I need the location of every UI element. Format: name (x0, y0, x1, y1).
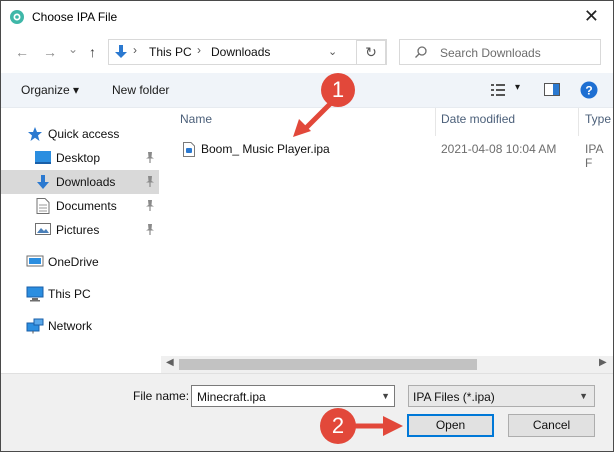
pin-icon[interactable] (145, 224, 155, 235)
pin-icon[interactable] (145, 152, 155, 163)
file-type-select[interactable]: IPA Files (*.ipa) ▼ (408, 385, 595, 407)
network-icon (26, 318, 44, 334)
pin-icon[interactable] (145, 176, 155, 187)
view-dropdown-chevron-icon[interactable]: ▾ (515, 82, 520, 93)
recent-locations-button[interactable]: ⌄ (68, 41, 78, 57)
new-folder-button[interactable]: New folder (112, 83, 169, 97)
sidebar-item-downloads[interactable]: Downloads (1, 170, 159, 194)
sidebar-item-this-pc[interactable]: This PC (1, 282, 159, 306)
up-button[interactable]: ↑ (89, 44, 96, 60)
file-type-chevron-icon: ▼ (579, 391, 588, 401)
desktop-icon (35, 151, 51, 164)
back-button[interactable]: ← (15, 44, 29, 60)
breadcrumb-this-pc[interactable]: This PC (149, 45, 192, 59)
sidebar-item-desktop[interactable]: Desktop (1, 146, 159, 170)
horizontal-scrollbar[interactable]: ◀ ▶ (161, 356, 613, 373)
forward-button[interactable]: → (43, 44, 57, 60)
file-name-input[interactable]: Minecraft.ipa ▼ (191, 385, 395, 407)
sidebar-item-label: OneDrive (48, 255, 99, 269)
pictures-icon (35, 223, 51, 235)
breadcrumb-separator: › (197, 43, 201, 57)
window-title: Choose IPA File (32, 10, 118, 24)
table-row[interactable]: Boom_ Music Player.ipa 2021-04-08 10:04 … (181, 140, 611, 170)
column-divider[interactable] (435, 108, 436, 136)
choose-ipa-file-dialog: Choose IPA File ✕ ← → ⌄ ↑ › This PC › Do… (0, 0, 614, 452)
file-name: Boom_ Music Player.ipa (201, 142, 330, 156)
sidebar-item-label: Quick access (48, 127, 120, 141)
scroll-left-arrow-icon[interactable]: ◀ (166, 357, 174, 368)
pin-icon[interactable] (145, 200, 155, 211)
cloud-icon (26, 255, 44, 267)
column-header-date-modified[interactable]: Date modified (441, 112, 515, 126)
download-icon (37, 175, 49, 189)
document-icon (36, 198, 50, 214)
sidebar-item-label: Desktop (56, 151, 101, 165)
step-2-callout-badge: 2 (320, 408, 356, 444)
address-bar[interactable]: › This PC › Downloads (108, 39, 387, 65)
open-button[interactable]: Open (407, 414, 494, 437)
ipa-file-icon (183, 142, 195, 157)
app-gear-icon (10, 10, 24, 24)
sidebar-item-label: Documents (56, 199, 117, 213)
sidebar-item-quick-access[interactable]: Quick access (1, 122, 159, 146)
sidebar-item-label: Pictures (56, 223, 100, 237)
search-placeholder: Search Downloads (440, 46, 541, 60)
star-icon (28, 127, 42, 141)
download-arrow-icon (115, 45, 127, 58)
computer-icon (26, 286, 44, 302)
file-selection-bar: File name: Minecraft.ipa ▼ IPA Files (*.… (1, 373, 613, 451)
file-list: Name Date modified Type Boom_ Music Play… (161, 108, 613, 356)
column-divider[interactable] (578, 108, 579, 136)
column-header-name[interactable]: Name (180, 112, 212, 126)
navigation-pane: Quick access Desktop Downloads Documents… (1, 108, 161, 373)
address-dropdown-chevron-icon[interactable]: ⌄ (328, 45, 337, 58)
refresh-button[interactable]: ↻ (356, 40, 386, 65)
file-name-label: File name: (133, 389, 190, 403)
sidebar-item-pictures[interactable]: Pictures (1, 218, 159, 242)
sidebar-item-onedrive[interactable]: OneDrive (1, 250, 159, 274)
scroll-right-arrow-icon[interactable]: ▶ (599, 357, 607, 368)
file-name-value: Minecraft.ipa (197, 390, 266, 404)
sidebar-item-network[interactable]: Network (1, 314, 159, 338)
file-date-modified: 2021-04-08 10:04 AM (441, 142, 557, 156)
step-1-arrow-icon (293, 101, 333, 137)
cancel-button[interactable]: Cancel (508, 414, 595, 437)
file-type-value: IPA Files (*.ipa) (413, 390, 495, 404)
view-options-icon[interactable] (491, 84, 507, 96)
sidebar-item-documents[interactable]: Documents (1, 194, 159, 218)
scrollbar-thumb[interactable] (179, 359, 477, 370)
step-2-arrow-icon (355, 416, 403, 436)
sidebar-item-label: Downloads (56, 175, 116, 189)
preview-pane-icon[interactable] (544, 83, 560, 96)
title-bar: Choose IPA File ✕ (1, 1, 613, 33)
svg-text:?: ? (585, 84, 592, 98)
sidebar-item-label: Network (48, 319, 93, 333)
column-header-type[interactable]: Type (585, 112, 611, 126)
sidebar-item-label: This PC (48, 287, 91, 301)
close-button[interactable]: ✕ (584, 7, 599, 25)
file-type: IPA F (585, 142, 603, 170)
breadcrumb-downloads[interactable]: Downloads (211, 45, 270, 59)
search-box[interactable]: Search Downloads (399, 39, 601, 65)
organize-menu-button[interactable]: Organize ▾ (21, 83, 79, 97)
breadcrumb-separator: › (133, 43, 137, 57)
file-name-dropdown-chevron-icon[interactable]: ▼ (381, 391, 390, 401)
search-icon (415, 46, 427, 58)
help-icon[interactable]: ? (580, 81, 598, 99)
